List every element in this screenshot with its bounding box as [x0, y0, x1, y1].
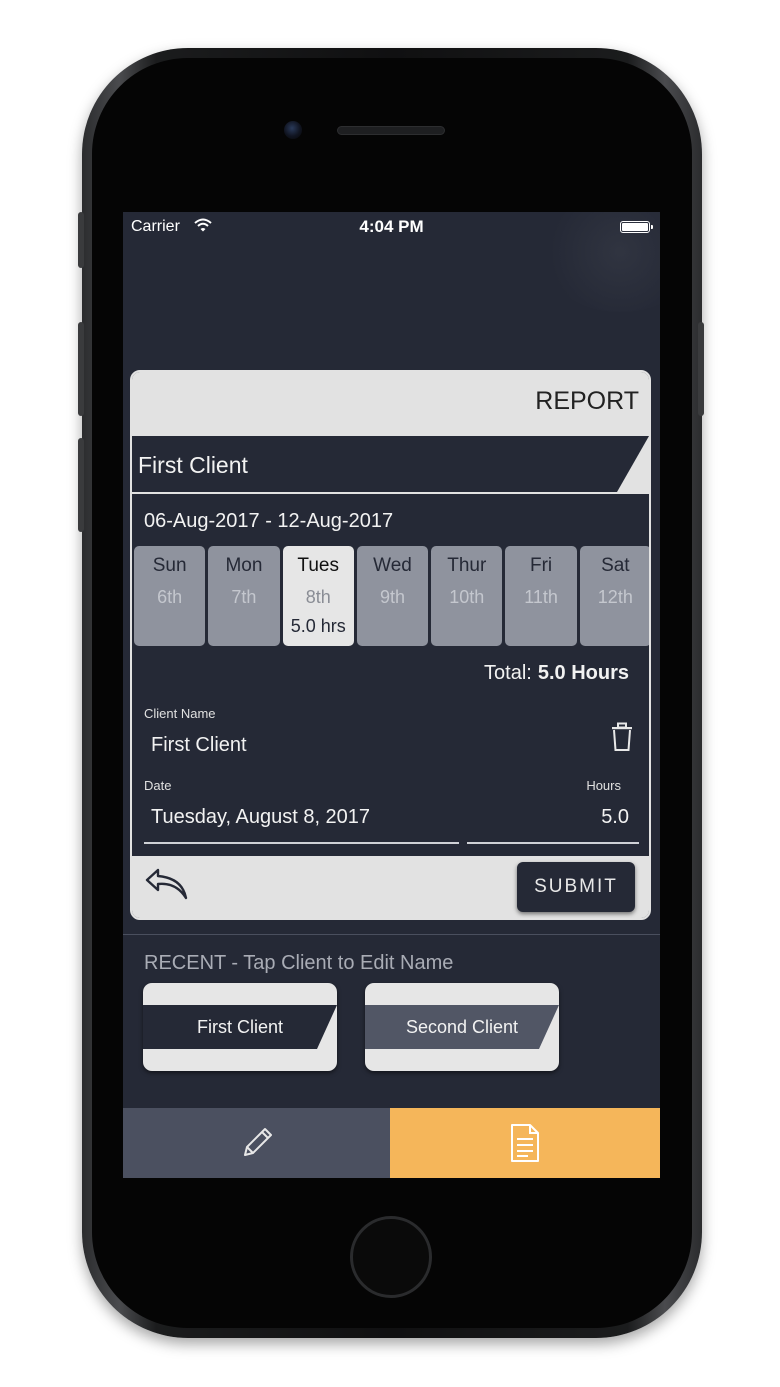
back-arrow-icon[interactable]: [144, 866, 190, 902]
day-tile-sat[interactable]: Sat 12th: [579, 546, 649, 646]
home-button[interactable]: [350, 1216, 432, 1298]
total-label: Total:: [484, 662, 532, 684]
report-card: REPORT First Client 06-Aug-2017 - 12-Aug…: [130, 370, 651, 920]
hours-field-underline: [467, 842, 639, 844]
trash-icon[interactable]: [609, 722, 635, 752]
day-date: 12th: [597, 587, 633, 607]
tab-bar: [123, 1108, 660, 1178]
week-day-selector: Sun 6th Mon 7th Tues 8th 5.0 hrs Wed 9th Thur 10th…: [134, 546, 649, 646]
report-footer: SUBMIT: [132, 856, 649, 918]
recent-title: RECENT - Tap Client to Edit Name: [144, 952, 454, 974]
day-date: 11th: [524, 587, 558, 607]
day-tile-sun[interactable]: Sun 6th: [134, 546, 206, 646]
document-icon: [511, 1124, 539, 1162]
volume-up-button: [78, 322, 84, 416]
day-hours: 5.0 hrs: [290, 616, 346, 636]
day-name: Mon: [225, 555, 263, 576]
total-value: 5.0 Hours: [537, 662, 629, 684]
report-header: REPORT: [132, 372, 649, 436]
date-range: 06-Aug-2017 - 12-Aug-2017: [144, 510, 394, 532]
hours-label: Hours: [586, 778, 621, 793]
card-corner-decoration: [539, 1005, 559, 1049]
client-banner: First Client: [132, 436, 649, 492]
day-name: Tues: [297, 555, 339, 576]
recent-client-name: Second Client: [365, 1005, 559, 1049]
day-name: Thur: [447, 555, 487, 576]
day-tile-thur[interactable]: Thur 10th: [431, 546, 503, 646]
banner-divider: [132, 492, 649, 494]
power-button: [698, 322, 704, 416]
status-time: 4:04 PM: [359, 217, 424, 236]
day-date: 6th: [157, 587, 183, 607]
client-name-field[interactable]: First Client: [151, 734, 247, 757]
day-tile-fri[interactable]: Fri 11th: [505, 546, 577, 646]
client-name-label: Client Name: [144, 706, 216, 721]
hours-field[interactable]: 5.0: [601, 806, 629, 829]
status-bar: Carrier 4:04 PM: [123, 212, 660, 242]
day-tile-mon[interactable]: Mon 7th: [208, 546, 280, 646]
day-date: 7th: [231, 587, 257, 607]
report-title: REPORT: [535, 387, 639, 415]
banner-corner-decoration: [617, 436, 649, 492]
date-field-underline: [144, 842, 459, 844]
card-corner-decoration: [317, 1005, 337, 1049]
day-tile-tues[interactable]: Tues 8th 5.0 hrs: [282, 546, 354, 646]
day-name: Fri: [529, 555, 553, 576]
day-date: 10th: [449, 587, 485, 607]
day-name: Wed: [373, 555, 412, 576]
date-label: Date: [144, 778, 172, 793]
earpiece-speaker: [337, 126, 445, 135]
volume-down-button: [78, 438, 84, 532]
submit-button[interactable]: SUBMIT: [517, 862, 635, 912]
day-name: Sat: [601, 555, 630, 576]
day-date: 9th: [379, 587, 405, 607]
tab-edit[interactable]: [123, 1108, 390, 1178]
silent-switch: [78, 212, 84, 268]
front-camera: [284, 121, 302, 139]
date-field[interactable]: Tuesday, August 8, 2017: [151, 806, 370, 829]
pencil-icon: [243, 1128, 272, 1156]
day-tile-wed[interactable]: Wed 9th: [356, 546, 429, 646]
tab-report[interactable]: [390, 1108, 660, 1178]
recent-client-name: First Client: [143, 1005, 337, 1049]
recent-client-card[interactable]: First Client: [143, 983, 337, 1071]
recent-client-card[interactable]: Second Client: [365, 983, 559, 1071]
battery-icon: [620, 221, 653, 233]
total-hours: Total: 5.0 Hours: [484, 662, 629, 685]
section-divider: [123, 934, 660, 935]
app-screen: Carrier 4:04 PM REPORT First Client 06-A…: [123, 212, 660, 1178]
client-banner-name: First Client: [138, 452, 248, 478]
day-name: Sun: [152, 555, 187, 576]
day-date: 8th: [305, 587, 331, 607]
